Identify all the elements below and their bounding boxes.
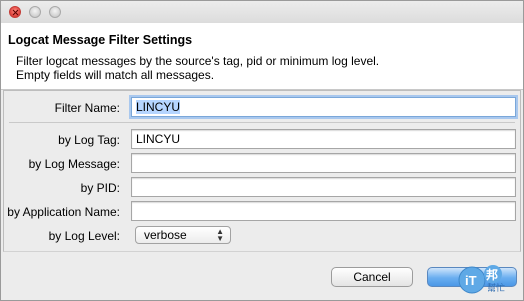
filter-name-label: Filter Name: (54, 101, 120, 115)
watermark-it-text: iT (465, 273, 477, 288)
updown-arrows-icon: ▲ ▼ (216, 227, 224, 243)
pid-label: by PID: (80, 181, 120, 195)
log-level-select[interactable]: verbose ▲ ▼ (135, 226, 231, 244)
dialog-title: Logcat Message Filter Settings (8, 33, 193, 47)
log-level-value: verbose (144, 228, 187, 242)
log-tag-input[interactable]: LINCYU (131, 129, 516, 149)
close-window-button[interactable] (9, 6, 21, 18)
log-message-label: by Log Message: (28, 157, 120, 171)
filter-name-value: LINCYU (136, 100, 181, 114)
dialog-header: Logcat Message Filter Settings Filter lo… (1, 23, 523, 90)
filter-name-row: Filter Name: LINCYU (4, 97, 520, 119)
form-divider (9, 122, 515, 123)
log-tag-row: by Log Tag: LINCYU (4, 129, 520, 151)
app-name-row: by Application Name: (4, 201, 520, 223)
app-name-input[interactable] (131, 201, 516, 221)
ithelp-watermark-logo: iT 邦 幫忙 (458, 265, 505, 294)
log-level-row: by Log Level: verbose ▲ ▼ (4, 225, 520, 247)
log-level-label: by Log Level: (48, 229, 120, 243)
watermark-help-text: 幫忙 (487, 282, 505, 294)
watermark-bang-text: 邦 (486, 267, 498, 282)
log-message-input[interactable] (131, 153, 516, 173)
cancel-button[interactable]: Cancel (331, 267, 413, 287)
dialog-description: Filter logcat messages by the source's t… (16, 54, 379, 82)
zoom-window-button[interactable] (49, 6, 61, 18)
title-bar[interactable] (1, 1, 523, 23)
filter-name-input[interactable]: LINCYU (131, 97, 516, 117)
pid-row: by PID: (4, 177, 520, 199)
log-message-row: by Log Message: (4, 153, 520, 175)
log-tag-label: by Log Tag: (58, 133, 120, 147)
pid-input[interactable] (131, 177, 516, 197)
filter-form: Filter Name: LINCYU by Log Tag: LINCYU b… (3, 90, 521, 252)
description-line-2: Empty fields will match all messages. (16, 68, 215, 82)
filter-settings-dialog: Logcat Message Filter Settings Filter lo… (0, 0, 524, 301)
app-name-label: by Application Name: (7, 205, 120, 219)
description-line-1: Filter logcat messages by the source's t… (16, 54, 380, 68)
minimize-window-button[interactable] (29, 6, 41, 18)
